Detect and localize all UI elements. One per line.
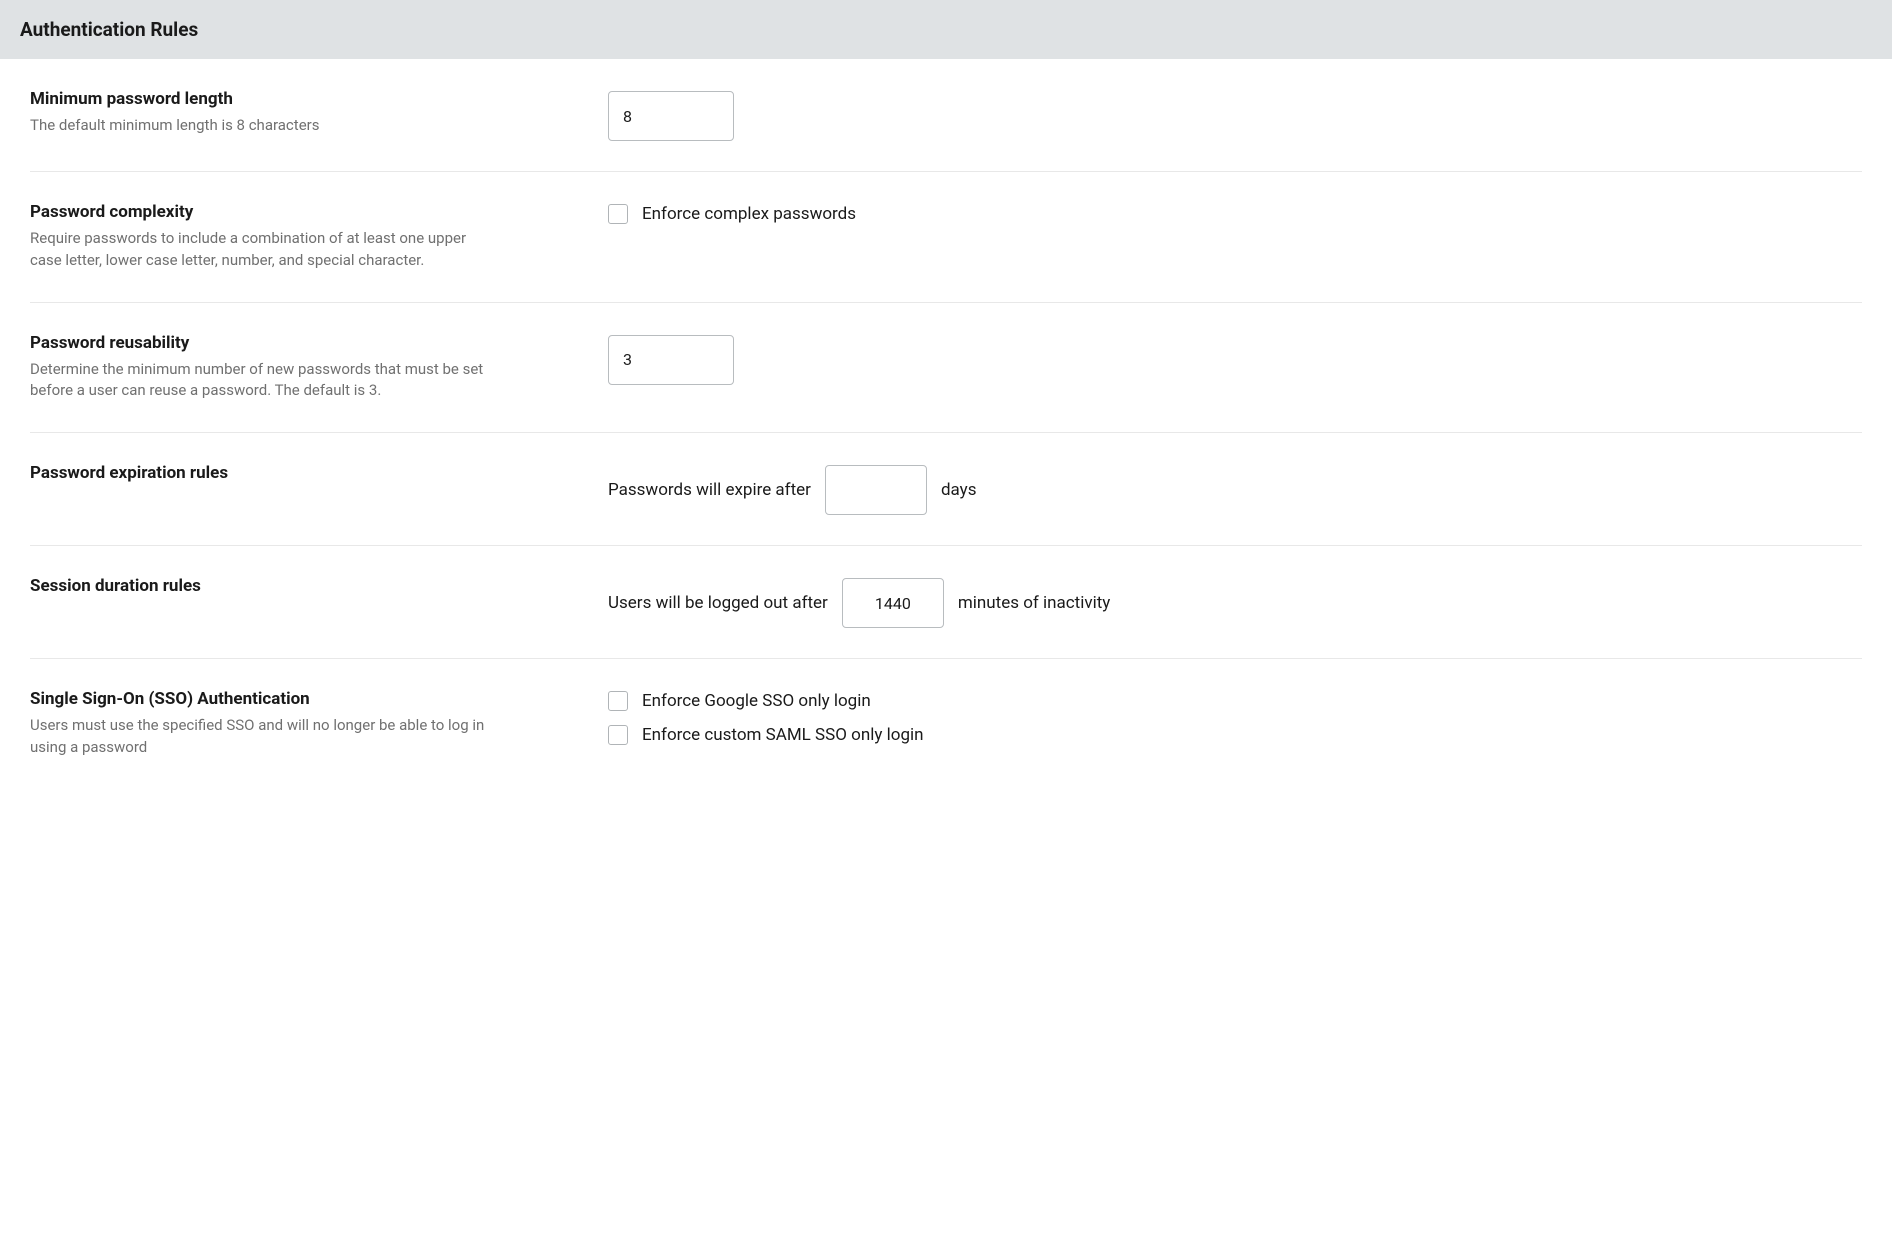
section-title: Session duration rules <box>30 576 548 596</box>
section-min-password-length: Minimum password length The default mini… <box>30 59 1862 172</box>
enforce-google-sso-checkbox[interactable] <box>608 691 628 711</box>
section-controls <box>608 333 1862 385</box>
page-header: Authentication Rules <box>0 0 1892 59</box>
section-title: Password reusability <box>30 333 548 353</box>
section-text: Password expiration rules <box>30 463 608 489</box>
enforce-saml-sso-checkbox[interactable] <box>608 725 628 745</box>
section-title: Password expiration rules <box>30 463 548 483</box>
section-password-complexity: Password complexity Require passwords to… <box>30 172 1862 303</box>
section-title: Minimum password length <box>30 89 548 109</box>
section-session-duration: Session duration rules Users will be log… <box>30 546 1862 659</box>
section-description: Determine the minimum number of new pass… <box>30 359 500 403</box>
section-password-expiration: Password expiration rules Passwords will… <box>30 433 1862 546</box>
prefix-text: Passwords will expire after <box>608 480 811 500</box>
section-controls <box>608 89 1862 141</box>
inline-control-row: Users will be logged out after minutes o… <box>608 578 1110 628</box>
section-controls: Passwords will expire after days <box>608 463 1862 515</box>
section-title: Single Sign-On (SSO) Authentication <box>30 689 548 709</box>
enforce-complex-passwords-checkbox[interactable] <box>608 204 628 224</box>
checkbox-label: Enforce Google SSO only login <box>642 691 871 711</box>
section-controls: Users will be logged out after minutes o… <box>608 576 1862 628</box>
min-password-length-input[interactable] <box>608 91 734 141</box>
checkbox-label: Enforce custom SAML SSO only login <box>642 725 924 745</box>
checkbox-row-saml-sso: Enforce custom SAML SSO only login <box>608 725 924 745</box>
section-controls: Enforce complex passwords <box>608 202 1862 224</box>
section-text: Password complexity Require passwords to… <box>30 202 608 272</box>
section-description: The default minimum length is 8 characte… <box>30 115 500 137</box>
section-description: Users must use the specified SSO and wil… <box>30 715 500 759</box>
section-text: Session duration rules <box>30 576 608 602</box>
password-reusability-input[interactable] <box>608 335 734 385</box>
section-controls: Enforce Google SSO only login Enforce cu… <box>608 689 1862 745</box>
checkbox-row-google-sso: Enforce Google SSO only login <box>608 691 871 711</box>
section-password-reusability: Password reusability Determine the minim… <box>30 303 1862 434</box>
section-text: Single Sign-On (SSO) Authentication User… <box>30 689 608 759</box>
suffix-text: days <box>941 480 977 500</box>
section-text: Password reusability Determine the minim… <box>30 333 608 403</box>
inline-control-row: Passwords will expire after days <box>608 465 976 515</box>
checkbox-label: Enforce complex passwords <box>642 204 856 224</box>
prefix-text: Users will be logged out after <box>608 593 828 613</box>
settings-content: Minimum password length The default mini… <box>0 59 1892 789</box>
section-title: Password complexity <box>30 202 548 222</box>
page-title: Authentication Rules <box>20 18 1872 41</box>
checkbox-row-enforce-complex: Enforce complex passwords <box>608 204 856 224</box>
suffix-text: minutes of inactivity <box>958 593 1111 613</box>
section-description: Require passwords to include a combinati… <box>30 228 500 272</box>
password-expiration-days-input[interactable] <box>825 465 927 515</box>
section-sso-authentication: Single Sign-On (SSO) Authentication User… <box>30 659 1862 789</box>
session-duration-minutes-input[interactable] <box>842 578 944 628</box>
section-text: Minimum password length The default mini… <box>30 89 608 137</box>
